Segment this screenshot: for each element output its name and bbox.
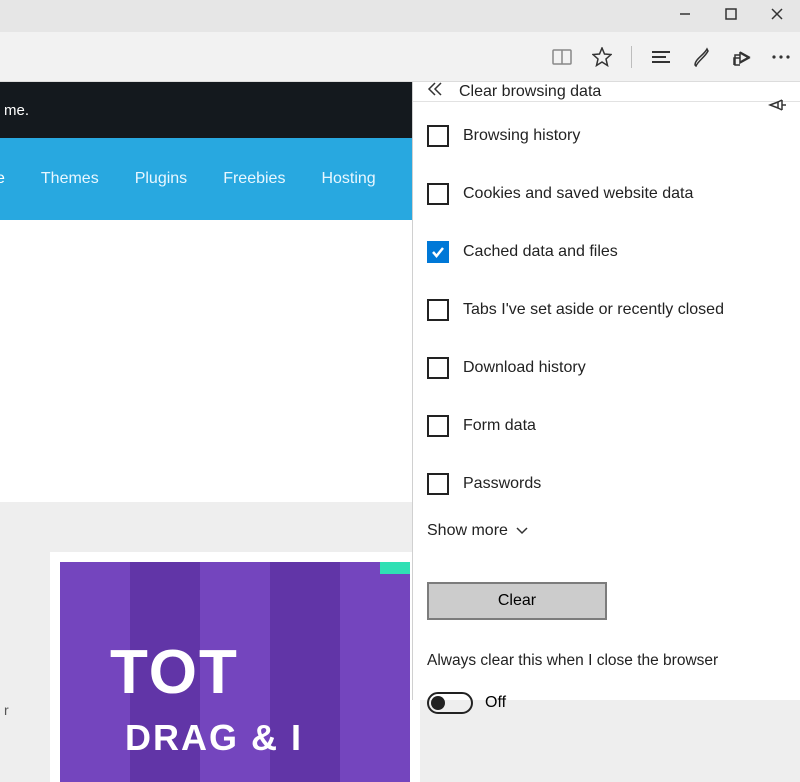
clear-browsing-data-panel: Clear browsing data Browsing history Cook… [412,82,800,700]
nav-item[interactable]: Themes [41,170,99,188]
browser-toolbar [0,32,800,82]
favorites-star-icon[interactable] [591,46,613,68]
always-clear-toggle-row: Off [427,692,786,714]
checkbox-row[interactable]: Download history [427,350,786,386]
checkbox[interactable] [427,415,449,437]
nav-item[interactable]: Freebies [223,170,285,188]
nav-item[interactable]: Hosting [321,170,375,188]
checkbox-row[interactable]: Cookies and saved website data [427,176,786,212]
back-icon[interactable] [427,82,445,101]
theme-card-accent [380,562,410,574]
checkbox[interactable] [427,125,449,147]
pin-icon[interactable] [768,97,786,118]
checkbox[interactable] [427,241,449,263]
checkbox-label: Download history [463,359,586,377]
theme-card[interactable]: TOT DRAG & I [60,562,410,782]
nav-item[interactable]: e [0,170,5,188]
panel-body: Browsing history Cookies and saved websit… [413,102,800,724]
share-icon[interactable] [730,46,752,68]
checkbox-row[interactable]: Browsing history [427,118,786,154]
clear-button-label: Clear [498,592,536,610]
checkbox-label: Browsing history [463,127,580,145]
toggle-state-label: Off [485,694,506,712]
show-more-label: Show more [427,522,508,540]
checkbox[interactable] [427,473,449,495]
checkbox-row[interactable]: Cached data and files [427,234,786,270]
always-clear-label: Always clear this when I close the brows… [427,652,786,670]
notes-icon[interactable] [690,46,712,68]
more-icon[interactable] [770,46,792,68]
checkbox-row[interactable]: Tabs I've set aside or recently closed [427,292,786,328]
always-clear-toggle[interactable] [427,692,473,714]
checkbox-label: Cookies and saved website data [463,185,693,203]
checkbox-label: Passwords [463,475,541,493]
toolbar-divider [631,46,632,68]
checkbox-row[interactable]: Passwords [427,466,786,502]
theme-card-title: TOT [110,642,239,704]
checkbox[interactable] [427,183,449,205]
show-more-link[interactable]: Show more [427,522,786,540]
theme-card-sub: DRAG & I [125,717,303,759]
panel-header: Clear browsing data [413,82,800,102]
reading-view-icon[interactable] [551,46,573,68]
maximize-button[interactable] [708,0,754,28]
hub-icon[interactable] [650,46,672,68]
checkbox-row[interactable]: Form data [427,408,786,444]
clear-button[interactable]: Clear [427,582,607,620]
panel-title: Clear browsing data [459,83,601,101]
page-header-text: me. [4,102,29,119]
toggle-knob [431,696,445,710]
close-button[interactable] [754,0,800,28]
checkbox-label: Form data [463,417,536,435]
checkbox[interactable] [427,357,449,379]
checkbox-label: Tabs I've set aside or recently closed [463,301,724,319]
checkbox-label: Cached data and files [463,243,618,261]
chevron-down-icon [516,527,528,535]
nav-item[interactable]: Plugins [135,170,187,188]
side-label: r [4,702,9,718]
checkbox[interactable] [427,299,449,321]
window-titlebar [0,0,800,32]
minimize-button[interactable] [662,0,708,28]
